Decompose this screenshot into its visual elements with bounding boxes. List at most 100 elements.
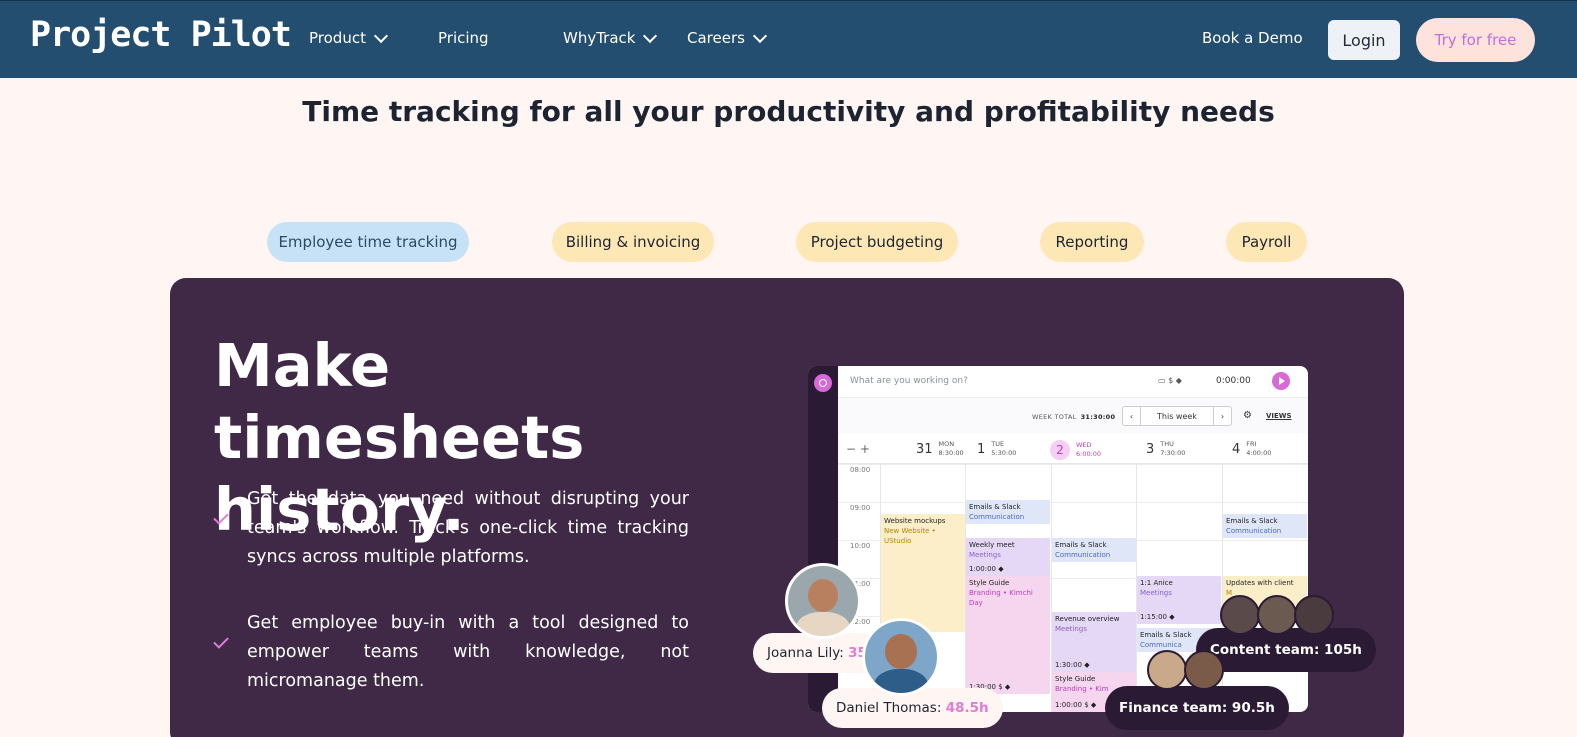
project-billing-tag-icons: ▭ $ ◆ xyxy=(1158,376,1182,385)
day-number: 4 xyxy=(1232,441,1241,457)
play-icon xyxy=(1272,372,1290,390)
calendar-event: Emails & Slack Communication xyxy=(1052,538,1136,562)
hour-label: 09:00 xyxy=(850,504,871,512)
nav-careers-label: Careers xyxy=(687,29,745,47)
calendar-event: Style Guide Branding • Kimchi Day 1:30:00 … xyxy=(966,576,1050,694)
day-total: 6:00:00 xyxy=(1076,450,1102,458)
event-title: Style Guide xyxy=(969,579,1010,587)
app-timer-bar: What are you working on? ▭ $ ◆ 0:00:00 xyxy=(838,366,1308,398)
event-project: Communication xyxy=(1055,551,1111,559)
calendar-event: Emails & Slack Communication xyxy=(966,500,1050,524)
day-number: 1 xyxy=(977,441,986,457)
calendar-event: Emails & Slack Communication xyxy=(1223,514,1307,538)
day-name: WED xyxy=(1076,441,1092,449)
event-duration: 1:00:00 ◆ xyxy=(969,565,1004,573)
day-label: THU 7:30:00 xyxy=(1160,440,1185,458)
day-label: TUE 5:30:00 xyxy=(991,440,1016,458)
week-label: This week xyxy=(1157,411,1197,421)
week-total-value: 31:30:00 xyxy=(1080,413,1116,421)
day-number: 31 xyxy=(916,441,933,457)
event-project: Communication xyxy=(969,513,1025,521)
top-navbar: Project Pilot Product Pricing WhyTrack C… xyxy=(0,0,1577,78)
calendar-event: Weekly meet Meetings 1:00:00 ◆ xyxy=(966,538,1050,576)
day-name: TUE xyxy=(991,440,1005,448)
event-duration: 1:15:00 ◆ xyxy=(1140,613,1175,621)
event-title: 1:1 Anice xyxy=(1140,579,1173,587)
event-project: Meetings xyxy=(969,551,1001,559)
feature-panel: Make timesheets history. Get the data yo… xyxy=(170,278,1404,737)
check-icon xyxy=(213,509,229,525)
team-member-avatar xyxy=(1184,650,1224,690)
feature-bullet: Get employee buy-in with a tool designed… xyxy=(213,609,689,696)
event-duration: 1:00:00 $ ◆ xyxy=(1055,701,1097,709)
check-icon xyxy=(213,633,229,649)
event-title: Weekly meet xyxy=(969,541,1015,549)
person-name: Joanna Lily: xyxy=(767,645,844,661)
calendar-event: Revenue overview Meetings 1:30:00 ◆ xyxy=(1052,612,1136,672)
week-toolbar: WEEK TOTAL 31:30:00 ‹ This week › ⚙ VIEWS xyxy=(838,398,1308,434)
event-title: Revenue overview xyxy=(1055,615,1120,623)
day-total: 4:00:00 xyxy=(1246,449,1272,457)
feature-bullet: Get the data you need without disrupting… xyxy=(213,485,689,572)
tab-employee-time-tracking[interactable]: Employee time tracking xyxy=(267,222,469,262)
tab-billing-invoicing[interactable]: Billing & invoicing xyxy=(552,222,714,262)
day-header: 3 THU 7:30:00 xyxy=(1146,440,1185,458)
event-project: New Website • UStudio xyxy=(884,527,936,545)
gear-icon: ⚙ xyxy=(1243,410,1252,421)
nav-careers[interactable]: Careers xyxy=(687,28,768,47)
event-title: Emails & Slack xyxy=(969,503,1021,511)
nav-pricing[interactable]: Pricing xyxy=(438,29,489,47)
tab-project-budgeting[interactable]: Project budgeting xyxy=(796,222,958,262)
nav-whytrack-label: WhyTrack xyxy=(563,29,636,47)
try-for-free-button[interactable]: Try for free xyxy=(1416,18,1535,62)
event-project: Meetings xyxy=(1055,625,1087,633)
day-name: MON xyxy=(938,440,955,448)
event-project: Branding • Kimchi Day xyxy=(969,589,1033,607)
event-title: Emails & Slack xyxy=(1055,541,1107,549)
week-navigator: ‹ This week › xyxy=(1122,406,1232,426)
tab-reporting[interactable]: Reporting xyxy=(1040,222,1144,262)
hour-label: 10:00 xyxy=(850,542,871,550)
person-name: Daniel Thomas: xyxy=(836,700,942,716)
team-member-avatar xyxy=(1147,650,1187,690)
chevron-down-icon xyxy=(752,28,768,43)
hour-row xyxy=(838,502,1308,503)
nav-product-label: Product xyxy=(309,29,366,47)
day-number: 2 xyxy=(1050,440,1070,460)
feature-bullet-text: Get the data you need without disrupting… xyxy=(247,489,689,567)
day-name: THU xyxy=(1160,440,1174,448)
finance-team-badge: Finance team: 90.5h xyxy=(1105,686,1289,730)
book-demo-link[interactable]: Book a Demo xyxy=(1202,29,1303,47)
chevron-right-icon: › xyxy=(1213,407,1231,425)
hour-label: 08:00 xyxy=(850,466,871,474)
day-label: FRI 4:00:00 xyxy=(1246,440,1271,458)
hour-row xyxy=(838,464,1308,465)
event-duration: 1:30:00 ◆ xyxy=(1055,661,1090,669)
day-number: 3 xyxy=(1146,441,1155,457)
day-header: 1 TUE 5:30:00 xyxy=(977,440,1016,458)
logo[interactable]: Project Pilot xyxy=(30,15,292,55)
nav-product[interactable]: Product xyxy=(309,28,389,47)
nav-whytrack[interactable]: WhyTrack xyxy=(563,28,658,47)
day-total: 5:30:00 xyxy=(991,449,1017,457)
team-member-avatar xyxy=(1257,595,1297,635)
day-label: MON 8:30:00 xyxy=(939,440,964,458)
calendar-event: 1:1 Anice Meetings 1:15:00 ◆ xyxy=(1137,576,1221,624)
day-header: 2 WED 6:00:00 xyxy=(1050,440,1101,460)
event-project: Communication xyxy=(1226,527,1282,535)
daniel-avatar xyxy=(862,618,940,696)
tab-payroll[interactable]: Payroll xyxy=(1226,222,1307,262)
feature-bullet-text: Get employee buy-in with a tool designed… xyxy=(247,613,689,691)
chevron-left-icon: ‹ xyxy=(1123,407,1141,425)
day-name: FRI xyxy=(1246,440,1257,448)
week-total-label: WEEK TOTAL xyxy=(1032,413,1077,421)
zoom-controls: − + xyxy=(846,442,870,456)
team-member-avatar xyxy=(1294,595,1334,635)
event-title: Emails & Slack xyxy=(1226,517,1278,525)
hero-title-line1: Make timesheets xyxy=(214,331,585,472)
event-project: Meetings xyxy=(1140,589,1172,597)
event-title: Website mockups xyxy=(884,517,946,525)
login-button[interactable]: Login xyxy=(1328,20,1400,60)
calendar-event: Website mockups New Website • UStudio xyxy=(881,514,965,632)
app-search-placeholder: What are you working on? xyxy=(850,376,968,386)
